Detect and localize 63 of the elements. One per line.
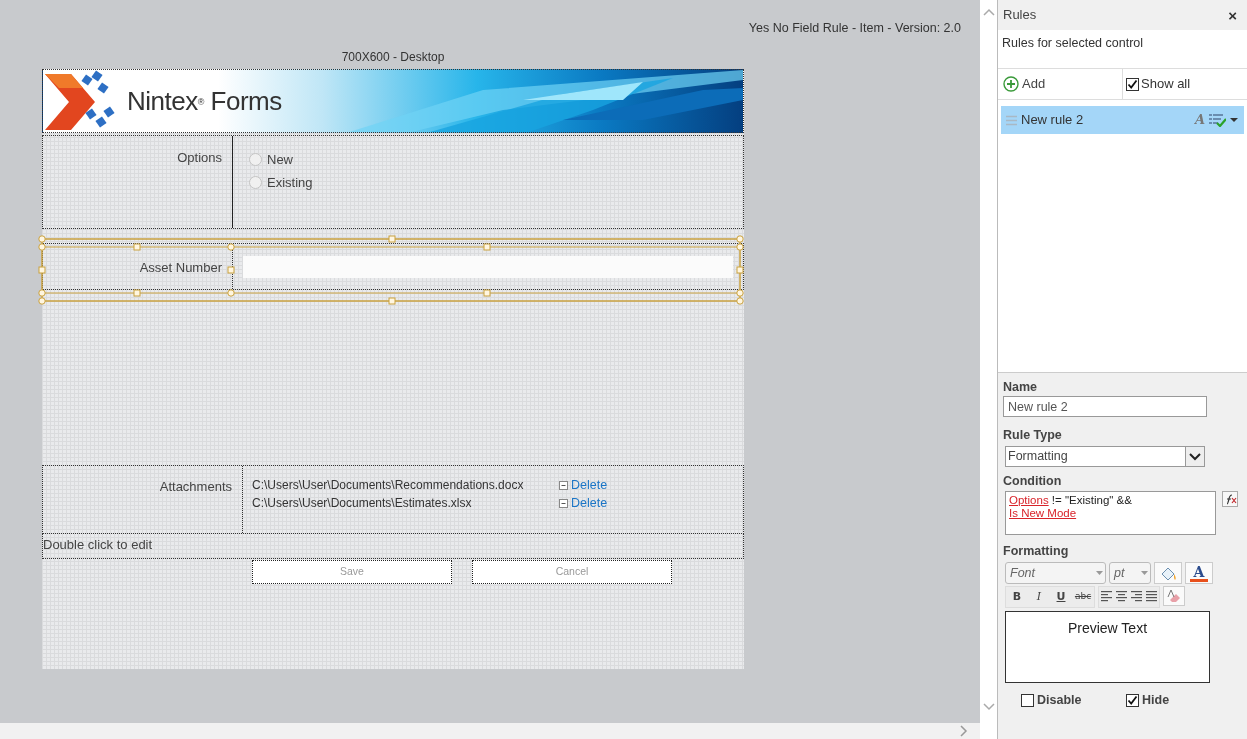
radio-option[interactable]: Existing xyxy=(249,171,313,194)
rule-name: New rule 2 xyxy=(1021,111,1084,130)
clear-format-button[interactable] xyxy=(1163,586,1185,606)
scroll-right-icon[interactable] xyxy=(959,725,968,737)
checkbox[interactable] xyxy=(1126,693,1139,707)
remove-icon[interactable] xyxy=(559,498,568,508)
add-button[interactable]: Add xyxy=(998,69,1123,99)
vertical-scrollbar[interactable] xyxy=(980,0,997,739)
panel-subtitle: Rules for selected control xyxy=(1002,36,1144,50)
delete-link[interactable]: Delete xyxy=(571,475,608,495)
checkbox-label: Hide xyxy=(1142,692,1170,709)
condition-field[interactable]: Options != "Existing" && Is New Mode xyxy=(1005,491,1216,535)
delete-link[interactable]: Delete xyxy=(571,493,608,513)
file-path: C:\Users\User\Documents\Recommendations.docx xyxy=(252,477,525,494)
file-path: C:\Users\User\Documents\Estimates.xlsx xyxy=(252,495,473,512)
align-icon xyxy=(1131,591,1142,603)
style-button[interactable]: I xyxy=(1028,587,1050,607)
field-label: Options xyxy=(43,136,233,228)
font-color-button[interactable]: A xyxy=(1185,562,1213,584)
radio-option[interactable]: New xyxy=(249,148,313,171)
version-label: Yes No Field Rule - Item - Version: 2.0 xyxy=(747,20,962,37)
font-dropdown[interactable]: Font xyxy=(1005,562,1106,584)
horizontal-scrollbar[interactable] xyxy=(0,723,980,739)
field-label: Rule Type xyxy=(1003,427,1063,444)
field-label: Attachments xyxy=(43,466,243,533)
add-icon xyxy=(1003,76,1019,92)
preview-text: Preview Text xyxy=(1005,611,1210,683)
remove-icon[interactable] xyxy=(559,480,568,490)
close-button[interactable]: × xyxy=(1228,7,1237,23)
scroll-down-icon[interactable] xyxy=(982,702,995,711)
style-button[interactable]: U xyxy=(1050,587,1072,607)
edit-hint: Double click to edit xyxy=(42,534,744,559)
style-button[interactable]: abc xyxy=(1072,587,1094,607)
align-icon xyxy=(1116,591,1127,603)
rule-type-dropdown[interactable]: Formatting xyxy=(1005,446,1205,467)
align-icon xyxy=(1146,591,1157,603)
fill-color-button[interactable] xyxy=(1154,562,1182,584)
checkbox-label: Disable xyxy=(1037,692,1082,709)
field-label: Condition xyxy=(1003,473,1063,490)
name-field[interactable]: New rule 2 xyxy=(1003,396,1207,417)
color-bar-icon xyxy=(1190,578,1208,582)
panel-title: Rules xyxy=(1003,6,1037,25)
scroll-up-icon[interactable] xyxy=(982,8,995,17)
align-icon xyxy=(1101,591,1112,603)
logo-icon xyxy=(43,70,117,132)
field-label: Name xyxy=(1003,379,1039,396)
field-label: Formatting xyxy=(1003,543,1070,560)
eraser-icon xyxy=(1166,588,1182,604)
caret-icon[interactable] xyxy=(1189,452,1201,461)
drag-handle-icon[interactable] xyxy=(1006,114,1017,126)
checkbox[interactable] xyxy=(1126,77,1139,91)
input-field[interactable] xyxy=(243,256,733,278)
checklist-icon[interactable] xyxy=(1209,113,1226,127)
formula-button[interactable] xyxy=(1222,491,1238,507)
checkbox-label: Show all xyxy=(1141,75,1191,94)
caret-icon[interactable] xyxy=(1230,118,1238,122)
checkbox[interactable] xyxy=(1021,693,1034,707)
formatting-type-icon: A xyxy=(1194,110,1205,130)
rule-item[interactable]: New rule 2 A xyxy=(1001,106,1244,134)
style-button[interactable]: B xyxy=(1006,587,1028,607)
layout-label: 700X600 - Desktop xyxy=(340,50,446,64)
banner-title: Nintex$^{®}$ Forms xyxy=(127,84,282,118)
size-dropdown[interactable]: pt xyxy=(1109,562,1151,584)
